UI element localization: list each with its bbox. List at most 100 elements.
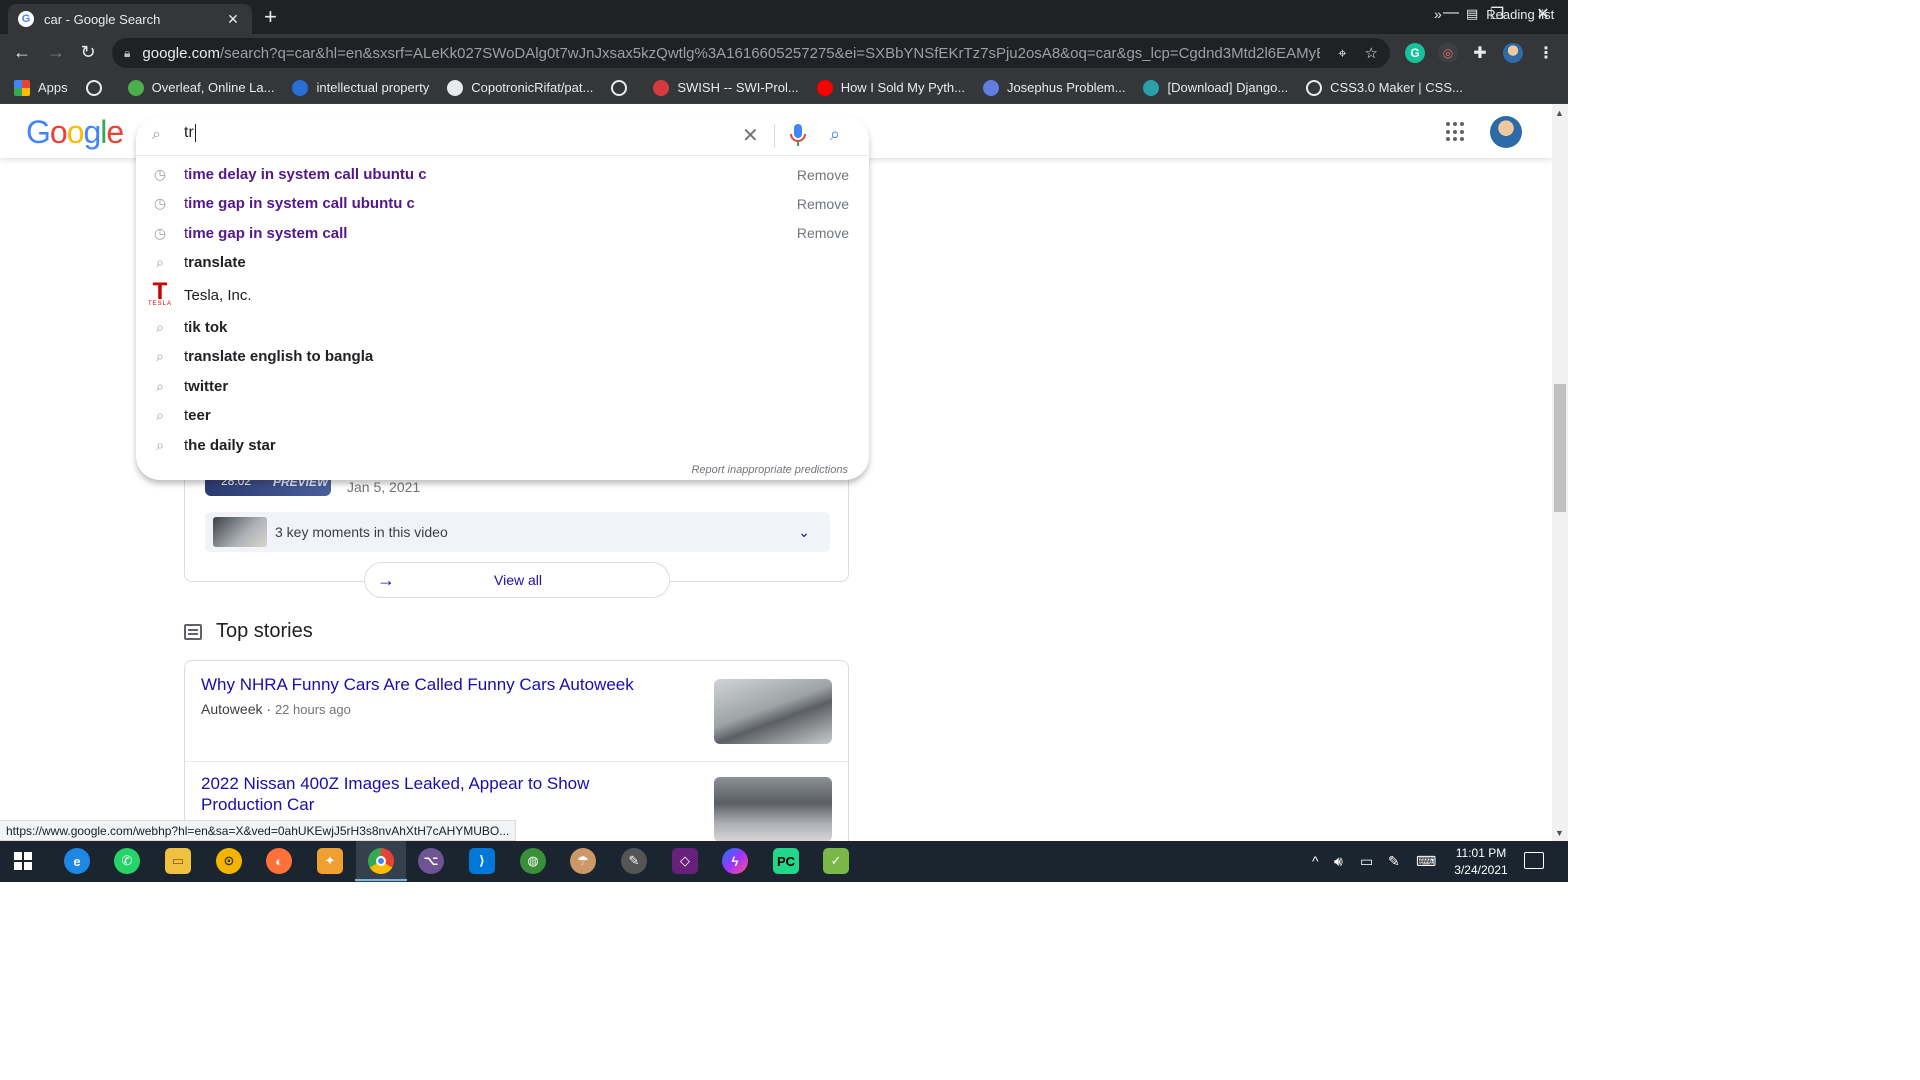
bookmark-item[interactable]: SWISH -- SWI-Prol...: [653, 79, 799, 96]
bookmark-item[interactable]: CSS3.0 Maker | CSS...: [1306, 79, 1463, 96]
bookmark-item[interactable]: Apps: [14, 79, 68, 96]
search-input[interactable]: tr: [184, 124, 196, 142]
story-headline[interactable]: 2022 Nissan 400Z Images Leaked, Appear t…: [201, 773, 671, 815]
whatsapp-taskbar-icon[interactable]: ✆: [114, 848, 140, 874]
search-icon: ⌕: [156, 348, 164, 365]
divider: [774, 124, 775, 148]
notification-icon[interactable]: [1524, 852, 1544, 869]
suggestion-item[interactable]: ⌕ the daily star: [136, 431, 869, 460]
remove-suggestion-button[interactable]: Remove: [797, 225, 849, 241]
newspaper-icon: [184, 623, 202, 640]
google-apps-icon[interactable]: [1446, 122, 1466, 142]
profile-avatar-icon[interactable]: [1503, 43, 1523, 63]
video-date: Jan 5, 2021: [347, 479, 421, 495]
browser-tab[interactable]: G car - Google Search ✕: [8, 4, 252, 34]
volume-icon[interactable]: 🔊︎: [1334, 853, 1343, 870]
bookmark-item[interactable]: Josephus Problem...: [982, 79, 1125, 96]
app-globe-taskbar-icon[interactable]: ◍: [520, 848, 546, 874]
edge-taskbar-icon[interactable]: e: [64, 848, 90, 874]
bookmarks-bar: Apps Overleaf, Online La... intellectual p…: [0, 72, 1568, 104]
forward-button[interactable]: →: [44, 42, 68, 63]
file-explorer-taskbar-icon[interactable]: ▭: [165, 848, 191, 874]
scroll-up-icon[interactable]: ▲: [1555, 108, 1564, 118]
clear-icon[interactable]: ✕: [742, 123, 759, 148]
github-desktop-taskbar-icon[interactable]: ⌥: [418, 848, 444, 874]
story-headline[interactable]: Why NHRA Funny Cars Are Called Funny Car…: [201, 674, 671, 695]
search-results-page: Google 28:02 PREVIEW Jan 5, 2021 3 key m…: [0, 104, 1552, 841]
browser-tab-bar: G car - Google Search ✕ + — ❐ ✕: [0, 0, 1568, 34]
bookmark-item[interactable]: CopotronicRifat/pat...: [447, 79, 593, 96]
search-dropdown: ⌕ tr ✕ ⌕ ◷ time delay in system call ubun…: [136, 116, 869, 480]
scroll-down-icon[interactable]: ▼: [1555, 828, 1564, 838]
messenger-taskbar-icon[interactable]: ϟ: [722, 848, 748, 874]
new-tab-button[interactable]: +: [264, 6, 277, 28]
reading-list-button[interactable]: ▤ Reading list: [1466, 6, 1554, 22]
address-url[interactable]: google.com/search?q=car&hl=en&sxsrf=ALeK…: [142, 45, 1320, 62]
youtube-icon: [816, 79, 833, 96]
story-thumbnail[interactable]: [714, 777, 832, 841]
suggestion-item[interactable]: T TESLA Tesla, Inc.: [136, 278, 869, 310]
menu-kebab-icon[interactable]: ⋮: [1536, 43, 1556, 63]
extensions-puzzle-icon[interactable]: ✚: [1470, 43, 1490, 63]
network-icon[interactable]: ▭: [1360, 853, 1373, 870]
suggestion-item[interactable]: ⌕ tik tok: [136, 313, 869, 342]
bookmark-item[interactable]: [85, 79, 110, 96]
app-taskbar-icon[interactable]: ✓: [823, 848, 849, 874]
bookmarks-more-button[interactable]: »: [1434, 6, 1442, 22]
bookmark-item[interactable]: [611, 79, 635, 96]
app-taskbar-icon[interactable]: ✎: [621, 848, 647, 874]
page-scrollbar[interactable]: ▲ ▼: [1552, 104, 1568, 841]
search-submit-icon[interactable]: ⌕: [830, 124, 840, 145]
suggestion-item[interactable]: ◷ time gap in system call ubuntu c Remove: [136, 189, 869, 218]
status-url-bubble: https://www.google.com/webhp?hl=en&sa=X&…: [0, 820, 517, 841]
firefox-taskbar-icon[interactable]: ◐: [266, 848, 292, 874]
start-windows-icon[interactable]: [14, 852, 32, 870]
suggestion-item[interactable]: ⌕ teer: [136, 401, 869, 430]
google-logo[interactable]: Google: [26, 114, 124, 151]
remove-suggestion-button[interactable]: Remove: [797, 167, 849, 183]
suggestion-text: time gap in system call ubuntu c: [184, 195, 415, 213]
key-moments-expander[interactable]: 3 key moments in this video ⌄: [205, 512, 830, 552]
lock-icon[interactable]: 🔒︎: [124, 46, 130, 61]
vpn-taskbar-icon[interactable]: ⊙: [216, 848, 242, 874]
globe-icon: [1306, 79, 1323, 96]
bookmark-item[interactable]: How I Sold My Pyth...: [816, 79, 965, 96]
app-taskbar-icon[interactable]: ✦: [317, 848, 343, 874]
bookmark-item[interactable]: Overleaf, Online La...: [127, 79, 274, 96]
story-thumbnail[interactable]: [714, 679, 832, 744]
taskbar-clock[interactable]: 11:01 PM 3/24/2021: [1446, 845, 1516, 879]
tesla-logo-icon: T TESLA: [147, 278, 172, 308]
suggestion-item[interactable]: ◷ time gap in system call Remove: [136, 219, 869, 248]
back-button[interactable]: ←: [10, 42, 34, 63]
grammarly-extension-icon[interactable]: G: [1405, 43, 1425, 63]
extension-icon[interactable]: ◎: [1438, 43, 1458, 63]
suggestion-item[interactable]: ⌕ twitter: [136, 372, 869, 401]
microphone-icon[interactable]: [788, 122, 808, 148]
suggestion-text: time delay in system call ubuntu c: [184, 166, 427, 183]
report-predictions-link[interactable]: Report inappropriate predictions: [691, 464, 848, 476]
bookmark-item[interactable]: intellectual property: [292, 79, 429, 96]
app-taskbar-icon[interactable]: ☂: [570, 848, 596, 874]
location-pin-icon[interactable]: ⌖: [1338, 45, 1346, 62]
tab-close-icon[interactable]: ✕: [224, 11, 242, 28]
suggestion-item[interactable]: ⌕ translate: [136, 248, 869, 277]
scrollbar-thumb[interactable]: [1554, 384, 1566, 512]
keyboard-icon[interactable]: ⌨: [1416, 853, 1436, 870]
top-stories-heading: Top stories: [184, 620, 313, 643]
suggestion-item[interactable]: ◷ time delay in system call ubuntu c Remov…: [136, 160, 869, 189]
reload-button[interactable]: ↻: [76, 42, 100, 63]
address-bar[interactable]: 🔒︎ google.com/search?q=car&hl=en&sxsrf=A…: [112, 38, 1390, 68]
pycharm-taskbar-icon[interactable]: PC: [773, 848, 799, 874]
pen-icon[interactable]: ✎: [1388, 853, 1400, 870]
visual-studio-taskbar-icon[interactable]: ◇: [672, 848, 698, 874]
view-all-button[interactable]: → View all: [364, 562, 670, 598]
top-stories-card: Why NHRA Funny Cars Are Called Funny Car…: [184, 660, 849, 841]
vscode-taskbar-icon[interactable]: ⟩: [469, 848, 495, 874]
bookmark-item[interactable]: [Download] Django...: [1143, 79, 1288, 96]
bookmark-star-icon[interactable]: ☆: [1365, 44, 1378, 62]
tray-chevron-up-icon[interactable]: ^: [1312, 853, 1319, 869]
chrome-taskbar-icon[interactable]: [355, 848, 407, 881]
account-avatar[interactable]: [1490, 116, 1522, 148]
suggestion-item[interactable]: ⌕ translate english to bangla: [136, 342, 869, 371]
remove-suggestion-button[interactable]: Remove: [797, 196, 849, 212]
